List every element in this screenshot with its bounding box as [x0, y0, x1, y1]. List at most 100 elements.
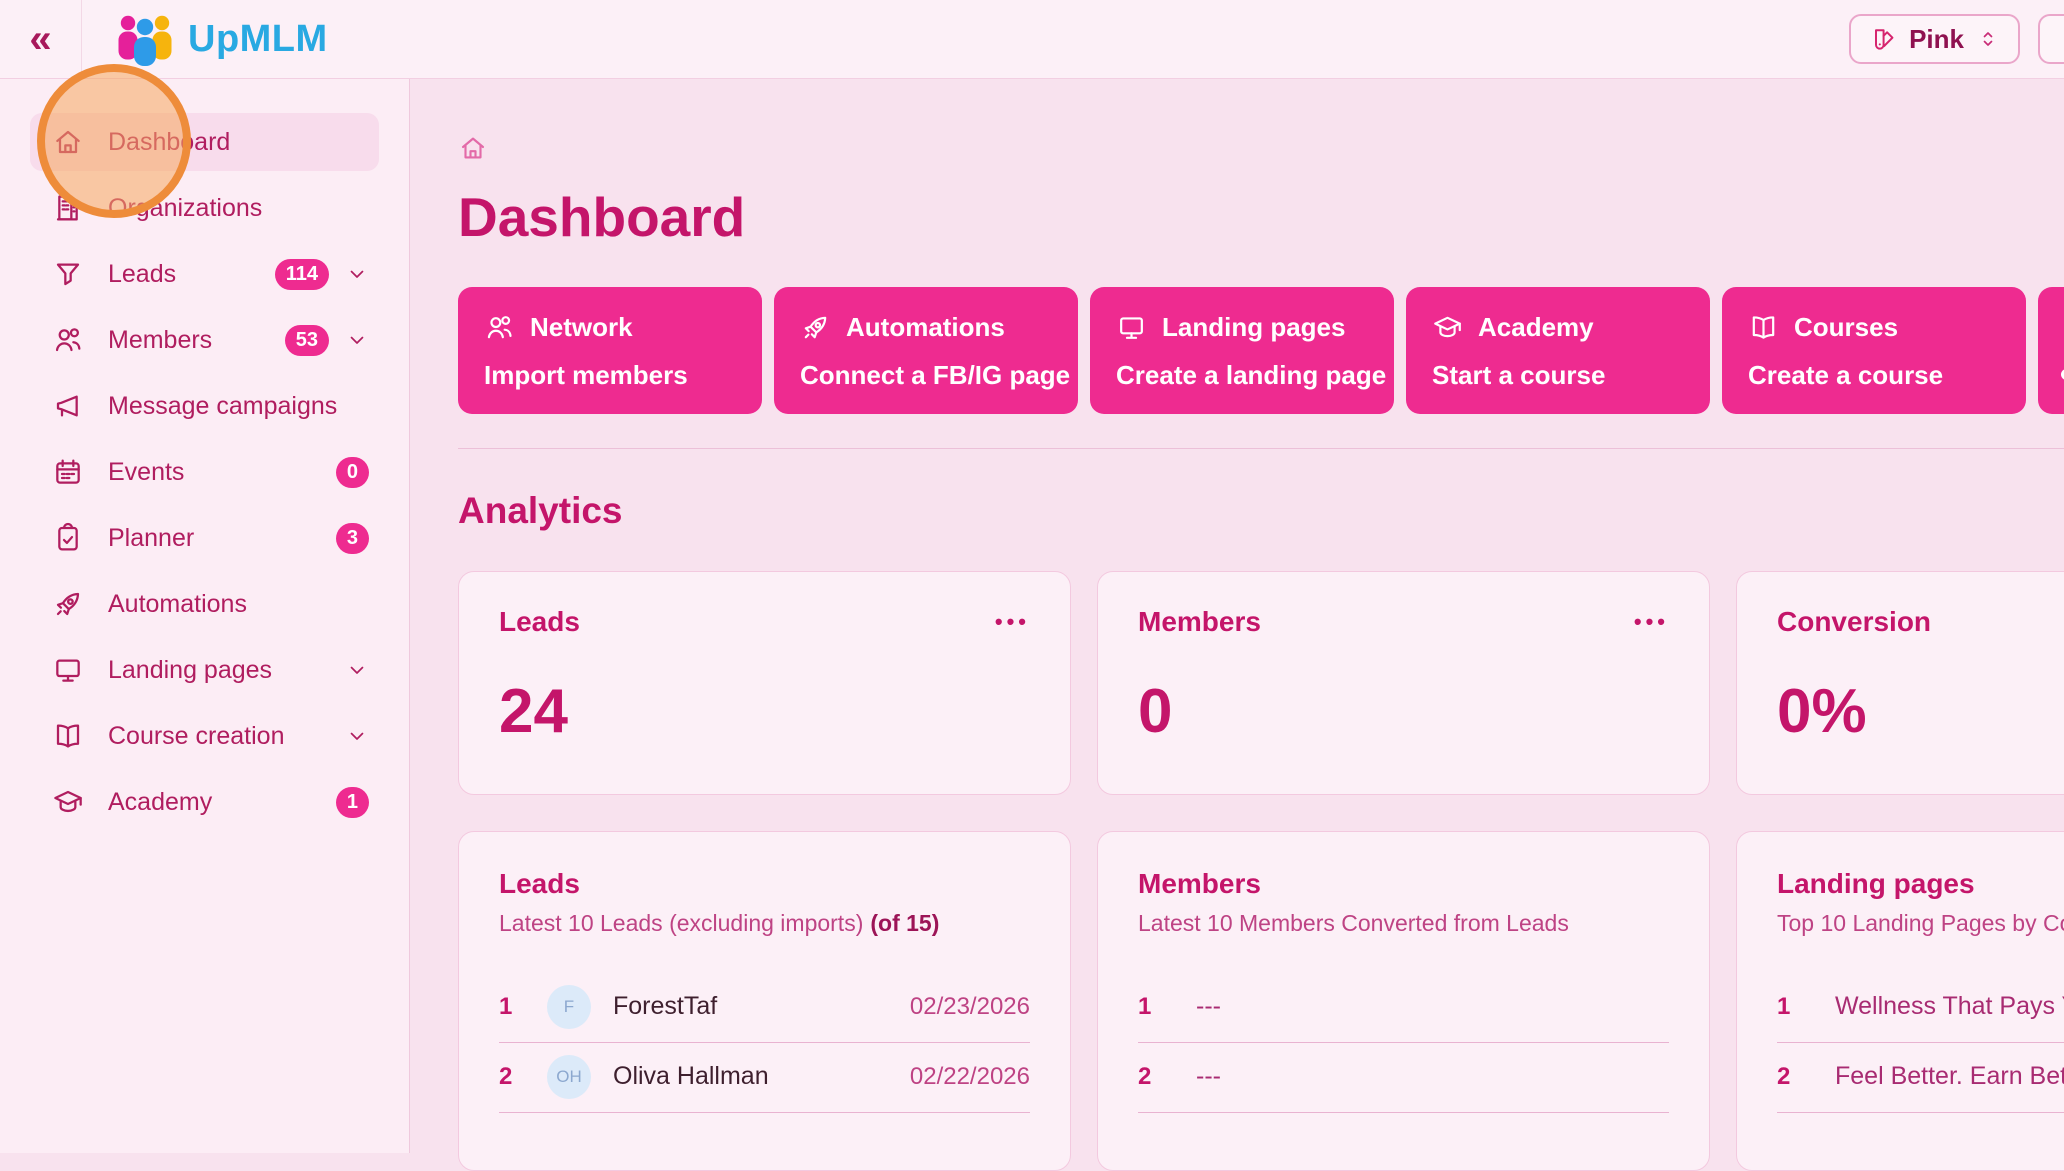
count-badge: 114	[275, 259, 329, 290]
action-card-title: Network	[530, 312, 633, 343]
monitor-icon	[52, 654, 84, 686]
list-item-index: 2	[1777, 1063, 1809, 1091]
sidebar-item-label: Organizations	[108, 194, 262, 223]
topbar: « UpMLM Pink	[0, 0, 2064, 79]
list-card-title: Landing pages	[1777, 868, 2064, 900]
avatar: OH	[547, 1055, 591, 1099]
sidebar-item-planner[interactable]: Planner 3	[30, 509, 379, 567]
rocket-icon	[800, 312, 831, 343]
analytics-heading: Analytics	[458, 490, 623, 532]
page-title: Dashboard	[458, 185, 2064, 249]
action-card-subtitle: Import members	[484, 360, 736, 391]
action-card-partial[interactable]	[2038, 287, 2064, 414]
users-icon	[484, 312, 515, 343]
action-card-title: Landing pages	[1162, 312, 1345, 343]
list-item-date: 02/23/2026	[910, 993, 1030, 1021]
book-icon	[52, 720, 84, 752]
action-card-courses[interactable]: Courses Create a course	[1722, 287, 2026, 414]
count-badge: 53	[285, 325, 329, 356]
sidebar-item-landing-pages[interactable]: Landing pages	[30, 641, 379, 699]
sidebar-item-label: Leads	[108, 260, 176, 289]
list-item-index: 1	[1138, 993, 1170, 1021]
list-card-title: Members	[1138, 868, 1669, 900]
chevron-down-icon	[345, 658, 369, 682]
list-item-date: 02/22/2026	[910, 1063, 1030, 1091]
stat-cards-row: Leads ••• 24 Members ••• 0 Conversion 0%	[458, 571, 2064, 795]
stat-card-value: 24	[499, 676, 1030, 747]
list-item: 1 ---	[1138, 973, 1669, 1043]
stat-card-title: Conversion	[1777, 606, 1931, 638]
count-badge: 3	[336, 523, 369, 554]
main-content: Dashboard Network Import members Automat…	[410, 79, 2064, 1153]
breadcrumb-home-icon[interactable]	[458, 133, 488, 163]
section-divider	[458, 448, 2064, 449]
list-item[interactable]: 1 Wellness That Pays You Back	[1777, 973, 2064, 1043]
list-item-name: ---	[1196, 1062, 1221, 1091]
sidebar-item-label: Academy	[108, 788, 212, 817]
action-card-subtitle: Create a landing page	[1116, 360, 1368, 391]
grad-cap-icon	[52, 786, 84, 818]
clipboard-check-icon	[52, 522, 84, 554]
sidebar-item-label: Planner	[108, 524, 194, 553]
sidebar-item-dashboard[interactable]: Dashboard	[30, 113, 379, 171]
list-item-index: 1	[1777, 993, 1809, 1021]
sidebar-collapse-button[interactable]: «	[0, 0, 82, 78]
sidebar-item-message-campaigns[interactable]: Message campaigns	[30, 377, 379, 435]
action-card-academy[interactable]: Academy Start a course	[1406, 287, 1710, 414]
updown-chevron-icon	[1976, 27, 2000, 51]
action-card-automations[interactable]: Automations Connect a FB/IG page	[774, 287, 1078, 414]
more-menu-icon[interactable]: •••	[995, 609, 1030, 635]
list-item[interactable]: 2 OH Oliva Hallman 02/22/2026	[499, 1043, 1030, 1113]
list-card-title: Leads	[499, 868, 1030, 900]
stat-card-value: 0	[1138, 676, 1669, 747]
grad-cap-icon	[1432, 312, 1463, 343]
list-item-index: 1	[499, 993, 531, 1021]
list-item-index: 2	[1138, 1063, 1170, 1091]
list-card-subtitle: Top 10 Landing Pages by Convers	[1777, 910, 2064, 937]
sidebar-item-label: Landing pages	[108, 656, 272, 685]
action-card-landing-pages[interactable]: Landing pages Create a landing page	[1090, 287, 1394, 414]
sidebar-item-course-creation[interactable]: Course creation	[30, 707, 379, 765]
sidebar-item-label: Members	[108, 326, 212, 355]
action-card-subtitle: Connect a FB/IG page	[800, 360, 1052, 391]
more-menu-icon[interactable]: •••	[1634, 609, 1669, 635]
sidebar-item-label: Message campaigns	[108, 392, 337, 421]
list-cards-row: Leads Latest 10 Leads (excluding imports…	[458, 831, 2064, 1171]
secondary-topbar-button-partial[interactable]	[2038, 14, 2064, 64]
sidebar-item-label: Course creation	[108, 722, 284, 751]
action-card-title: Academy	[1478, 312, 1594, 343]
megaphone-icon	[52, 390, 84, 422]
people-group-logo-icon	[114, 12, 176, 66]
list-item-name: Feel Better. Earn Better.	[1835, 1062, 2064, 1091]
sidebar-item-events[interactable]: Events 0	[30, 443, 379, 501]
list-item-name: Oliva Hallman	[613, 1062, 769, 1091]
action-card-title: Automations	[846, 312, 1005, 343]
chevron-down-icon	[345, 328, 369, 352]
chevron-down-icon	[345, 262, 369, 286]
list-item-name: ForestTaf	[613, 992, 717, 1021]
stat-card-title: Members	[1138, 606, 1261, 638]
list-item[interactable]: 2 Feel Better. Earn Better.	[1777, 1043, 2064, 1113]
list-item[interactable]: 1 F ForestTaf 02/23/2026	[499, 973, 1030, 1043]
calendar-icon	[52, 456, 84, 488]
home-icon	[52, 126, 84, 158]
building-icon	[52, 192, 84, 224]
action-card-title: Courses	[1794, 312, 1898, 343]
sidebar-item-label: Automations	[108, 590, 247, 619]
stat-card-value: 0%	[1777, 676, 2064, 747]
sidebar-item-organizations[interactable]: Organizations	[30, 179, 379, 237]
sidebar-item-academy[interactable]: Academy 1	[30, 773, 379, 831]
app-logo[interactable]: UpMLM	[114, 12, 328, 66]
sidebar-item-label: Dashboard	[108, 128, 230, 157]
list-card-landing-pages: Landing pages Top 10 Landing Pages by Co…	[1736, 831, 2064, 1171]
stat-card-title: Leads	[499, 606, 580, 638]
sidebar-item-automations[interactable]: Automations	[30, 575, 379, 633]
users-icon	[52, 324, 84, 356]
monitor-icon	[1116, 312, 1147, 343]
sidebar-item-members[interactable]: Members 53	[30, 311, 379, 369]
action-card-network[interactable]: Network Import members	[458, 287, 762, 414]
swatch-icon	[1869, 25, 1897, 53]
sidebar-item-leads[interactable]: Leads 114	[30, 245, 379, 303]
list-card-subtitle: Latest 10 Members Converted from Leads	[1138, 910, 1669, 937]
theme-selector-button[interactable]: Pink	[1849, 14, 2020, 64]
